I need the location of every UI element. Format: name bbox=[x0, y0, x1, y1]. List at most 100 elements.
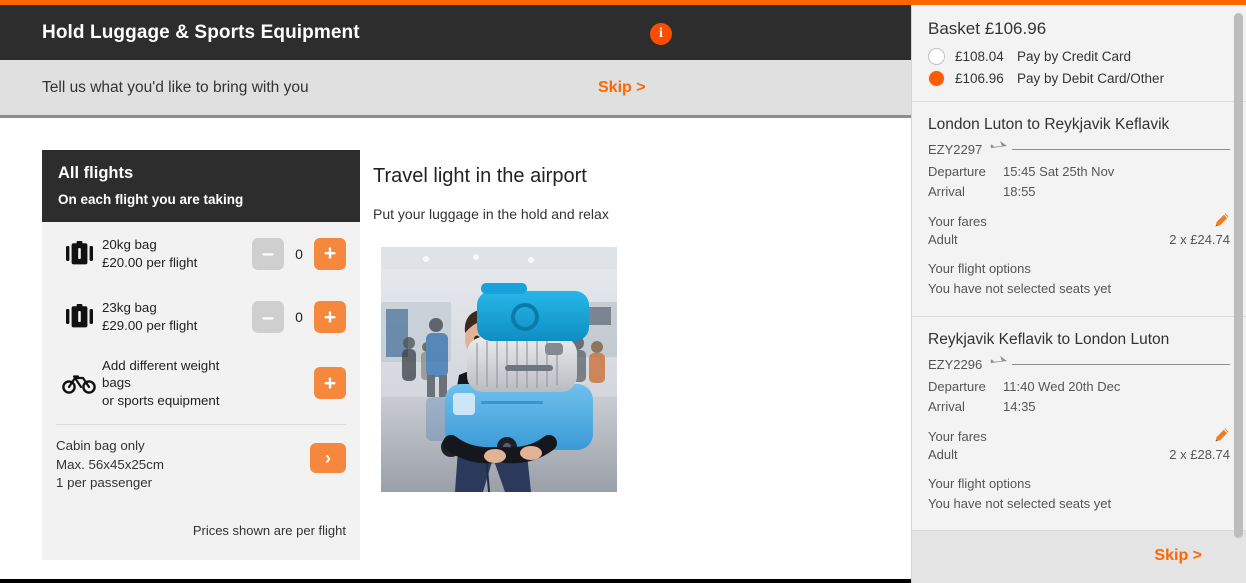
payment-option-debit-card[interactable]: £106.96 Pay by Debit Card/Other bbox=[928, 70, 1230, 87]
prices-note: Prices shown are per flight bbox=[192, 523, 346, 539]
promo-subheading: Put your luggage in the hold and relax bbox=[373, 206, 609, 222]
info-icon-glyph: i bbox=[659, 26, 663, 41]
flight-route: London Luton to Reykjavik Keflavik bbox=[928, 116, 1170, 133]
flight-summary-outbound: London Luton to Reykjavik Keflavik EZY22… bbox=[912, 102, 1246, 317]
flight-options-block: Your flight options You have not selecte… bbox=[928, 474, 1230, 514]
page-root: Hold Luggage & Sports Equipment i Tell u… bbox=[0, 0, 1246, 583]
flight-options-title: Your flight options bbox=[928, 261, 1031, 277]
flight-line bbox=[1012, 149, 1230, 150]
flight-route: Reykjavik Keflavik to London Luton bbox=[928, 330, 1170, 348]
flight-options-value: You have not selected seats yet bbox=[928, 495, 1112, 511]
add-sports-equipment-button[interactable]: + bbox=[314, 367, 346, 400]
basket-summary: Basket £106.96 £108.04 Pay by Credit Car… bbox=[912, 5, 1246, 102]
sub-header-prompt: Tell us what you'd like to bring with yo… bbox=[42, 78, 309, 96]
debit-card-price: £106.96 bbox=[955, 71, 1004, 86]
suitcase-icon bbox=[56, 240, 102, 267]
arrival-value: 14:35 bbox=[1003, 398, 1036, 414]
main-content-column: Hold Luggage & Sports Equipment i Tell u… bbox=[0, 5, 911, 583]
skip-link-bottom[interactable]: Skip > bbox=[1154, 547, 1202, 565]
credit-card-price: £108.04 bbox=[955, 49, 1004, 64]
credit-card-label: Pay by Credit Card bbox=[1017, 49, 1132, 64]
flight-number: EZY2296 bbox=[928, 356, 983, 372]
plane-icon bbox=[990, 355, 1010, 374]
bag-option-text: 20kg bag £20.00 per flight bbox=[102, 236, 252, 271]
all-flights-subtitle: On each flight you are taking bbox=[58, 192, 244, 207]
sports-equipment-text: Add different weight bags or sports equi… bbox=[102, 357, 314, 410]
flight-line bbox=[1012, 363, 1230, 365]
fare-row: Adult 2 x £28.74 bbox=[928, 447, 1230, 462]
cabin-bag-action: › bbox=[310, 437, 346, 473]
flight-number: EZY2297 bbox=[928, 142, 983, 157]
flight-options-title: Your flight options bbox=[928, 475, 1031, 491]
increase-23kg-button[interactable]: + bbox=[314, 301, 346, 334]
promo-heading: Travel light in the airport bbox=[373, 165, 587, 187]
departure-label: Departure bbox=[928, 164, 986, 179]
radio-debit-card[interactable] bbox=[928, 70, 945, 87]
cabin-bag-row: Cabin bag only Max. 56x45x25cm 1 per pas… bbox=[42, 425, 360, 500]
flight-options-block: Your flight options You have not selecte… bbox=[928, 259, 1230, 299]
plane-icon bbox=[990, 140, 1010, 159]
pencil-icon[interactable] bbox=[1214, 427, 1230, 448]
arrival-label: Arrival bbox=[928, 398, 965, 414]
departure-row: Departure 11:40 Wed 20th Dec bbox=[928, 377, 1230, 397]
sidebar-scrollbar[interactable] bbox=[1234, 13, 1243, 538]
decrease-23kg-button[interactable]: – bbox=[252, 301, 284, 334]
bicycle-icon bbox=[56, 372, 102, 394]
sports-line2: bags bbox=[102, 375, 131, 391]
cabin-line2: Max. 56x45x25cm bbox=[56, 456, 164, 472]
fare-type: Adult bbox=[928, 232, 958, 248]
departure-value: 11:40 Wed 20th Dec bbox=[1003, 378, 1121, 394]
bag-option-line2: £29.00 per flight bbox=[102, 318, 198, 334]
sub-header-bar: Tell us what you'd like to bring with yo… bbox=[0, 60, 911, 118]
arrival-label: Arrival bbox=[928, 184, 965, 200]
cabin-line3: 1 per passenger bbox=[56, 475, 153, 491]
fare-type: Adult bbox=[928, 446, 958, 462]
flight-options-value: You have not selected seats yet bbox=[928, 281, 1112, 297]
bag-option-line2: £20.00 per flight bbox=[102, 254, 198, 270]
fares-block: Your fares Adult 2 x £28.74 bbox=[928, 427, 1230, 462]
quantity-20kg-value: 0 bbox=[295, 245, 303, 262]
departure-row: Departure 15:45 Sat 25th Nov bbox=[928, 162, 1230, 182]
debit-card-label: Pay by Debit Card/Other bbox=[1017, 71, 1165, 86]
quantity-23kg-value: 0 bbox=[295, 309, 303, 326]
sports-equipment-row: Add different weight bags or sports equi… bbox=[42, 349, 360, 424]
flight-number-line: EZY2296 bbox=[928, 355, 1230, 374]
fares-title: Your fares bbox=[928, 214, 987, 230]
decrease-20kg-button[interactable]: – bbox=[252, 237, 284, 270]
cabin-bag-continue-button[interactable]: › bbox=[310, 442, 346, 473]
bag-option-line1: 23kg bag bbox=[102, 300, 157, 316]
fare-value: 2 x £24.74 bbox=[1169, 232, 1230, 248]
luggage-photo bbox=[381, 247, 617, 492]
flight-number-line: EZY2297 bbox=[928, 140, 1230, 159]
sports-line3: or sports equipment bbox=[102, 393, 220, 409]
payment-option-credit-card[interactable]: £108.04 Pay by Credit Card bbox=[928, 48, 1230, 65]
fares-title: Your fares bbox=[928, 428, 987, 444]
cabin-line1: Cabin bag only bbox=[56, 437, 145, 453]
cabin-bag-text: Cabin bag only Max. 56x45x25cm 1 per pas… bbox=[56, 437, 310, 494]
sports-add-wrap: + bbox=[314, 367, 346, 400]
arrival-row: Arrival 18:55 bbox=[928, 182, 1230, 202]
page-title: Hold Luggage & Sports Equipment bbox=[42, 21, 360, 43]
arrival-value: 18:55 bbox=[1003, 184, 1036, 200]
flight-summary-return: Reykjavik Keflavik to London Luton EZY22… bbox=[912, 316, 1246, 532]
basket-total: Basket £106.96 bbox=[928, 19, 1047, 38]
departure-value: 15:45 Sat 25th Nov bbox=[1003, 164, 1115, 179]
increase-20kg-button[interactable]: + bbox=[314, 237, 346, 270]
info-icon[interactable]: i bbox=[650, 23, 672, 45]
quantity-stepper: – 0 + bbox=[252, 301, 346, 334]
skip-link-top[interactable]: Skip > bbox=[598, 79, 646, 97]
all-flights-title: All flights bbox=[58, 164, 134, 182]
bag-option-row: 23kg bag £29.00 per flight – 0 + bbox=[42, 285, 360, 348]
fare-value: 2 x £28.74 bbox=[1169, 446, 1230, 462]
radio-credit-card[interactable] bbox=[928, 48, 945, 65]
basket-sidebar: Basket £106.96 £108.04 Pay by Credit Car… bbox=[911, 5, 1246, 583]
promo-text-block: Travel light in the airport Put your lug… bbox=[373, 165, 673, 222]
page-footer-sliver bbox=[0, 577, 911, 583]
bag-option-row: 20kg bag £20.00 per flight – 0 + bbox=[42, 222, 360, 285]
sidebar-footer: Skip > bbox=[912, 531, 1246, 583]
fare-row: Adult 2 x £24.74 bbox=[928, 232, 1230, 247]
pencil-icon[interactable] bbox=[1214, 212, 1230, 233]
fares-block: Your fares Adult 2 x £24.74 bbox=[928, 212, 1230, 247]
arrival-row: Arrival 14:35 bbox=[928, 397, 1230, 417]
departure-label: Departure bbox=[928, 378, 986, 394]
